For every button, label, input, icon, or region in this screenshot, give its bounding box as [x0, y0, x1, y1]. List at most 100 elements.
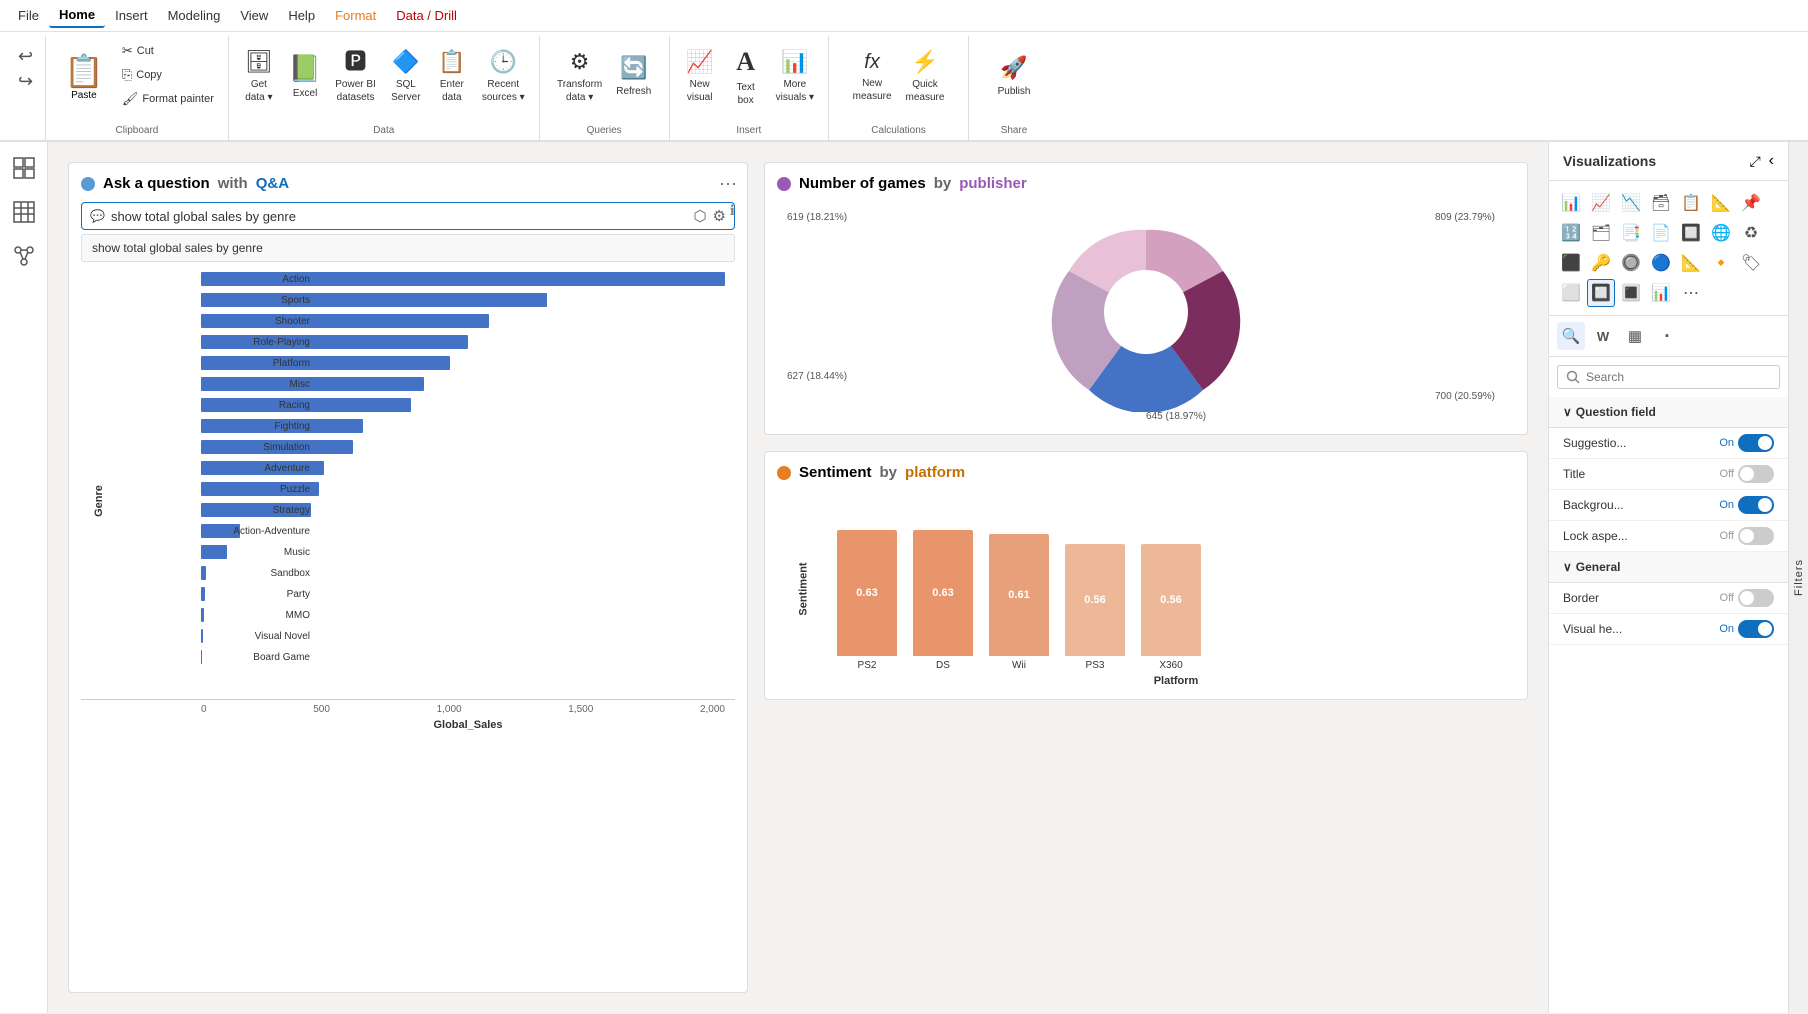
map-icon[interactable]: 🌐 [1707, 219, 1735, 247]
treemap-icon[interactable]: ⬛ [1557, 249, 1585, 277]
viz-tool-grid[interactable]: ▦ [1621, 322, 1649, 350]
paste-button[interactable]: 📋 Paste [54, 40, 114, 112]
copy-button[interactable]: ⎘ Copy [116, 64, 220, 86]
toggle-switch[interactable] [1738, 496, 1774, 514]
qa-settings-icon[interactable]: ⚙ [713, 207, 726, 225]
format-section[interactable]: ∨ Question field [1549, 397, 1788, 428]
bar-chart-icon[interactable]: 📊 [1557, 189, 1585, 217]
toggle-switch[interactable] [1738, 465, 1774, 483]
menu-view[interactable]: View [230, 4, 278, 27]
more-visuals-button[interactable]: 📊 Morevisuals ▾ [770, 40, 820, 112]
more-visuals-icon: 📊 [781, 48, 808, 77]
bar-chart-row: Strategy [201, 501, 725, 519]
donut-icon[interactable]: ♻ [1737, 219, 1765, 247]
publisher-title-by: by [934, 175, 952, 192]
qa-visual-menu[interactable]: ··· [719, 173, 737, 194]
scatter-icon[interactable]: 📌 [1737, 189, 1765, 217]
sql-server-button[interactable]: 🔷 SQLServer [384, 40, 428, 112]
get-data-button[interactable]: 🗄 Getdata ▾ [237, 40, 281, 112]
more-icon[interactable]: ⋯ [1677, 279, 1705, 307]
new-measure-button[interactable]: fx Newmeasure [847, 40, 898, 112]
sentiment-title-by: by [880, 464, 898, 481]
viz-tool-text[interactable]: W [1589, 322, 1617, 350]
viz-tool-more[interactable]: ▪ [1653, 322, 1681, 350]
redo-button[interactable]: ↪ [16, 69, 35, 94]
expand-icon[interactable]: ⤢ [1749, 153, 1760, 170]
toggle-switch[interactable] [1738, 527, 1774, 545]
sentiment-title: Sentiment by platform [777, 464, 1515, 481]
enter-data-button[interactable]: 📋 Enterdata [430, 40, 474, 112]
filled-map-icon[interactable]: 🔵 [1647, 249, 1675, 277]
bar-chart-row: Misc [201, 375, 725, 393]
toggle-switch[interactable] [1738, 620, 1774, 638]
line-chart-icon[interactable]: 📈 [1587, 189, 1615, 217]
bar-chart-container: Genre ActionSportsShooterRole-PlayingPla… [81, 270, 735, 731]
matrix-icon[interactable]: 📐 [1707, 189, 1735, 217]
viz-tool-search[interactable]: 🔍 [1557, 322, 1585, 350]
menu-insert[interactable]: Insert [105, 4, 158, 27]
menu-modeling[interactable]: Modeling [158, 4, 231, 27]
refresh-button[interactable]: 🔄 Refresh [610, 40, 657, 112]
qna-icon[interactable]: 🔲 [1587, 279, 1615, 307]
toggle-switch[interactable] [1738, 589, 1774, 607]
sentiment-bar: 0.56 [1141, 544, 1201, 656]
format-option-row: Visual he...On [1549, 614, 1788, 645]
collapse-panel-button[interactable]: ‹ [1769, 152, 1774, 170]
area-chart-icon[interactable]: 📉 [1617, 189, 1645, 217]
table-view-button[interactable] [6, 194, 42, 230]
funnel-icon[interactable]: 🔑 [1587, 249, 1615, 277]
menu-help[interactable]: Help [278, 4, 325, 27]
qa-share-icon[interactable]: ⬡ [693, 207, 706, 225]
undo-button[interactable]: ↩ [16, 44, 35, 69]
excel-button[interactable]: 📗 Excel [283, 40, 327, 112]
menu-data-drill[interactable]: Data / Drill [386, 4, 467, 27]
cut-button[interactable]: ✂ Cut [116, 40, 220, 62]
stacked-bar-icon[interactable]: 🗃 [1647, 189, 1675, 217]
decomp-tree-icon[interactable]: 🏷 [1737, 249, 1765, 277]
new-measure-label: Newmeasure [853, 77, 892, 103]
ribbon-chart-icon[interactable]: 🔸 [1707, 249, 1735, 277]
paginated-icon[interactable]: 📊 [1647, 279, 1675, 307]
qa-title-with: with [218, 175, 248, 192]
report-view-button[interactable] [6, 150, 42, 186]
ai-visuals-icon[interactable]: ⬜ [1557, 279, 1585, 307]
quick-measure-button[interactable]: ⚡ Quickmeasure [900, 40, 951, 112]
format-section[interactable]: ∨ General [1549, 552, 1788, 583]
donut-chart: 619 (18.21%) 809 (23.79%) 700 (20.59%) 6… [777, 202, 1515, 422]
filters-tab[interactable]: Filters [1788, 142, 1808, 1013]
waterfall-icon[interactable]: 📐 [1677, 249, 1705, 277]
new-visual-icon: 📈 [686, 48, 713, 77]
recent-sources-button[interactable]: 🕒 Recentsources ▾ [476, 40, 531, 112]
smart-narr-icon[interactable]: 🔳 [1617, 279, 1645, 307]
info-button[interactable]: ℹ [730, 202, 735, 219]
toggle-switch[interactable] [1738, 434, 1774, 452]
x-tick: 0 [201, 704, 207, 715]
table-icon[interactable]: 📋 [1677, 189, 1705, 217]
menu-bar: File Home Insert Modeling View Help Form… [0, 0, 1808, 32]
quick-measure-icon: ⚡ [911, 48, 938, 77]
publish-button[interactable]: 🚀 Publish [992, 40, 1037, 112]
menu-home[interactable]: Home [49, 3, 105, 28]
transform-data-button[interactable]: ⚙ Transformdata ▾ [551, 40, 608, 112]
bar-label: Platform [201, 358, 316, 369]
card-icon[interactable]: 📑 [1617, 219, 1645, 247]
multi-row-icon[interactable]: 🗂 [1587, 219, 1615, 247]
gauge-icon[interactable]: 🔘 [1617, 249, 1645, 277]
slicer-icon[interactable]: 📄 [1647, 219, 1675, 247]
qa-search-input[interactable] [111, 209, 693, 224]
power-bi-datasets-button[interactable]: 🅿 Power BIdatasets [329, 40, 382, 112]
qa-input-actions: ⬡ ⚙ [693, 207, 726, 225]
menu-format[interactable]: Format [325, 4, 386, 27]
qa-suggestion[interactable]: show total global sales by genre [81, 234, 735, 262]
format-option-label: Lock aspe... [1563, 529, 1628, 543]
kpi-icon[interactable]: 🔢 [1557, 219, 1585, 247]
text-box-button[interactable]: A Textbox [724, 40, 768, 112]
shape-icon[interactable]: 🔲 [1677, 219, 1705, 247]
model-view-button[interactable] [6, 238, 42, 274]
format-painter-button[interactable]: 🖌 Format painter [116, 88, 220, 110]
search-input[interactable] [1586, 370, 1771, 384]
new-visual-button[interactable]: 📈 Newvisual [678, 40, 722, 112]
format-painter-label: Format painter [142, 93, 214, 105]
qa-title-ask: Ask a question [103, 175, 210, 192]
menu-file[interactable]: File [8, 4, 49, 27]
